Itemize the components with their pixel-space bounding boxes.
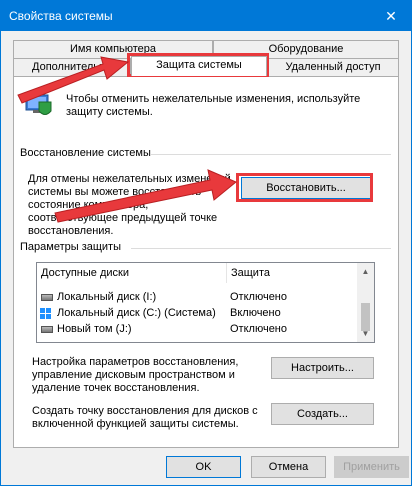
drive-protection-status: Включено <box>230 307 281 319</box>
restore-text: Для отмены нежелательных изменений систе… <box>28 173 231 237</box>
system-properties-window: Свойства системы ✕ Имя компьютера Оборуд… <box>0 0 412 486</box>
drive-icon <box>41 294 53 301</box>
drive-row[interactable]: Локальный диск (I:) Отключено <box>37 290 357 306</box>
close-icon[interactable]: ✕ <box>371 1 411 31</box>
restore-highlight-callout <box>236 173 373 202</box>
cancel-button[interactable]: Отмена <box>251 456 326 478</box>
create-text: Создать точку восстановления для дисков … <box>32 405 258 430</box>
window-title: Свойства системы <box>9 9 113 23</box>
restore-group-rule <box>151 154 391 155</box>
drive-row[interactable]: Новый том (J:) Отключено <box>37 322 357 338</box>
configure-text: Настройка параметров восстановления, упр… <box>32 356 239 394</box>
drive-name: Новый том (J:) <box>57 323 132 335</box>
shield-computer-icon <box>23 89 53 119</box>
create-button[interactable]: Создать... <box>271 403 374 425</box>
drive-name: Локальный диск (C:) (Система) <box>57 307 216 319</box>
scroll-down-icon[interactable]: ▼ <box>357 325 374 342</box>
column-header-drives[interactable]: Доступные диски <box>41 267 129 279</box>
drive-protection-status: Отключено <box>230 291 287 303</box>
column-separator[interactable] <box>226 263 227 283</box>
drive-protection-status: Отключено <box>230 323 287 335</box>
list-scrollbar[interactable]: ▲ ▼ <box>357 263 374 342</box>
restore-group-title: Восстановление системы <box>20 147 155 159</box>
drive-name: Локальный диск (I:) <box>57 291 157 303</box>
tab-remote[interactable]: Удаленный доступ <box>267 58 399 76</box>
tab-advanced[interactable]: Дополнительно <box>13 58 131 76</box>
title-bar[interactable]: Свойства системы ✕ <box>1 1 411 31</box>
apply-button: Применить <box>334 456 409 478</box>
scroll-up-icon[interactable]: ▲ <box>357 263 374 280</box>
drives-list[interactable]: Доступные диски Защита Локальный диск (I… <box>36 262 375 343</box>
drive-row[interactable]: Локальный диск (C:) (Система) Включено <box>37 306 357 322</box>
protection-group-rule <box>131 248 391 249</box>
configure-button[interactable]: Настроить... <box>271 357 374 379</box>
ok-button[interactable]: OK <box>166 456 241 478</box>
windows-drive-icon <box>40 308 52 319</box>
protection-group-title: Параметры защиты <box>20 241 125 253</box>
column-header-protection[interactable]: Защита <box>231 267 270 279</box>
intro-text: Чтобы отменить нежелательные изменения, … <box>66 93 361 118</box>
drive-icon <box>41 326 53 333</box>
tab-system-protection[interactable]: Защита системы <box>131 56 267 76</box>
